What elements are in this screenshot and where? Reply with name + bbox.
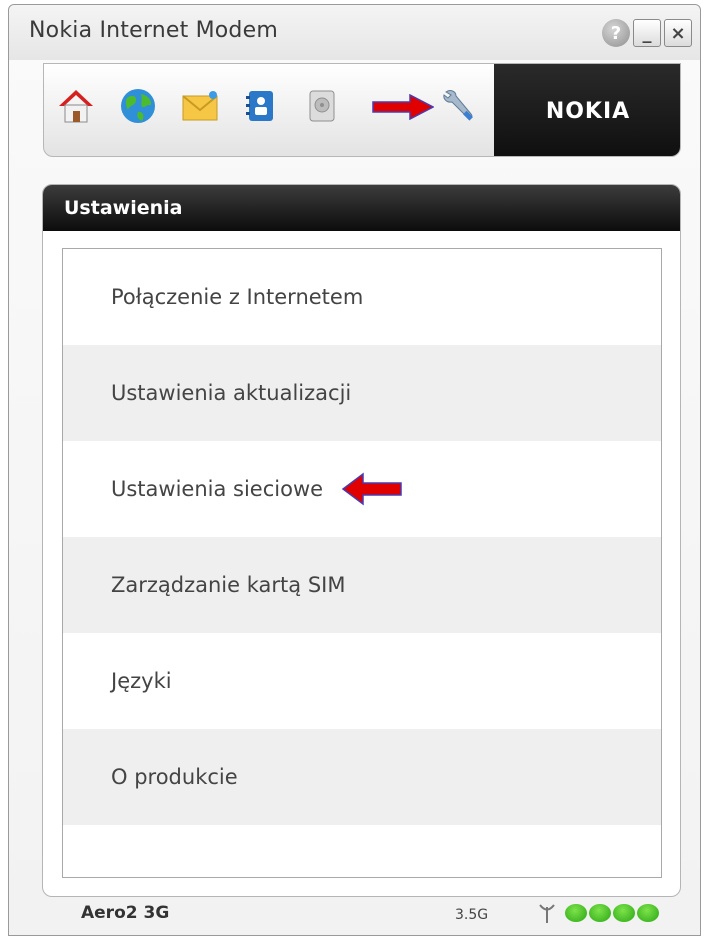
list-item-network-settings[interactable]: Ustawienia sieciowe: [63, 441, 661, 537]
title-bar[interactable]: Nokia Internet Modem ? _ ×: [9, 5, 700, 60]
minimize-button[interactable]: _: [633, 19, 661, 47]
envelope-icon[interactable]: [180, 86, 220, 126]
list-item-languages[interactable]: Języki: [63, 633, 661, 729]
annotation-arrow-icon: [372, 94, 434, 120]
annotation-arrow-icon: [341, 472, 402, 506]
globe-icon[interactable]: [118, 86, 158, 126]
contacts-icon[interactable]: [240, 86, 280, 126]
status-bar: Aero2 3G 3.5G: [9, 895, 700, 935]
app-window: Nokia Internet Modem ? _ × NOKIA Ustawie…: [8, 4, 701, 936]
main-toolbar: NOKIA: [43, 63, 681, 157]
list-item-label: Języki: [111, 669, 172, 693]
home-icon[interactable]: [56, 86, 96, 126]
window-controls: ? _ ×: [602, 19, 692, 47]
nokia-logo: NOKIA: [494, 64, 680, 156]
settings-panel: Ustawienia Połączenie z Internetem Ustaw…: [42, 184, 681, 897]
window-title: Nokia Internet Modem: [29, 18, 278, 43]
settings-list: Połączenie z Internetem Ustawienia aktua…: [62, 248, 662, 878]
wrench-icon[interactable]: [438, 86, 478, 126]
list-item-label: Zarządzanie kartą SIM: [111, 573, 346, 597]
antenna-icon: [539, 904, 555, 923]
list-item-internet-connection[interactable]: Połączenie z Internetem: [63, 249, 661, 345]
device-name: Aero2 3G: [81, 903, 170, 923]
list-item-label: Ustawienia sieciowe: [111, 477, 324, 501]
list-item-label: O produkcie: [111, 765, 238, 789]
panel-title: Ustawienia: [43, 185, 680, 231]
list-item-about-product[interactable]: O produkcie: [63, 729, 661, 825]
close-button[interactable]: ×: [664, 19, 692, 47]
signal-strength: [565, 904, 659, 922]
list-item-label: Ustawienia aktualizacji: [111, 381, 352, 405]
help-button[interactable]: ?: [602, 19, 630, 47]
network-type: 3.5G: [455, 907, 489, 923]
signal-dot-icon: [565, 904, 587, 922]
signal-dot-icon: [589, 904, 611, 922]
list-item-label: Połączenie z Internetem: [111, 285, 364, 309]
signal-dot-icon: [613, 904, 635, 922]
list-item-update-settings[interactable]: Ustawienia aktualizacji: [63, 345, 661, 441]
signal-dot-icon: [637, 904, 659, 922]
list-item-sim-management[interactable]: Zarządzanie kartą SIM: [63, 537, 661, 633]
storage-icon[interactable]: [302, 86, 342, 126]
